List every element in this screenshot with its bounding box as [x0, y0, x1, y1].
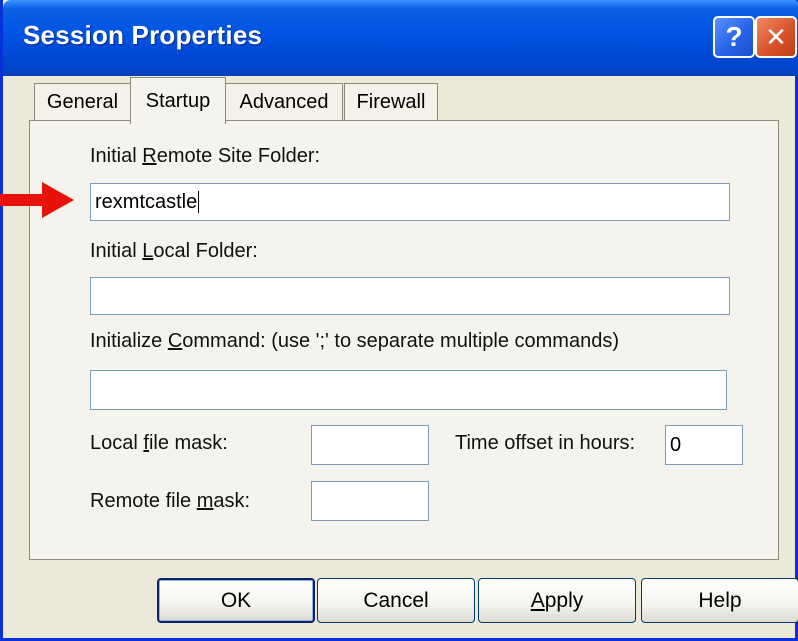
init-command-label: Initialize Command: (use ';' to separate…	[90, 330, 619, 353]
local-mask-label: Local file mask:	[90, 432, 228, 455]
help-glyph: ?	[725, 21, 743, 52]
local-folder-label-pre: Initial	[90, 240, 143, 262]
remote-mask-label-pre: Remote file	[90, 490, 197, 512]
tab-startup-label: Startup	[145, 89, 211, 112]
time-offset-value: 0	[670, 433, 682, 456]
init-command-input[interactable]	[90, 370, 727, 410]
apply-button[interactable]: Apply	[478, 578, 636, 623]
init-command-label-post: ommand: (use ';' to separate multiple co…	[182, 330, 619, 352]
init-command-label-pre: Initialize	[90, 330, 168, 352]
init-command-mnemonic: C	[167, 330, 183, 352]
remote-folder-value: rexmtcastle	[95, 190, 198, 213]
local-folder-mnemonic: L	[142, 240, 154, 262]
help-button-label: Help	[698, 588, 742, 612]
remote-folder-label: Initial Remote Site Folder:	[90, 145, 320, 168]
remote-mask-label: Remote file mask:	[90, 490, 250, 513]
apply-rest: pply	[544, 588, 584, 612]
tab-advanced[interactable]: Advanced	[225, 83, 343, 121]
window-title: Session Properties	[23, 20, 263, 50]
remote-folder-mnemonic: R	[142, 145, 157, 167]
help-button[interactable]: Help	[641, 578, 798, 623]
local-mask-input[interactable]	[311, 425, 429, 465]
ok-button-label: OK	[220, 588, 252, 612]
remote-mask-input[interactable]	[311, 481, 429, 521]
title-bar[interactable]: Session Properties ? ✕	[3, 0, 798, 76]
local-folder-label: Initial Local Folder:	[90, 240, 258, 263]
remote-mask-mnemonic: m	[196, 490, 214, 512]
ok-button[interactable]: OK	[157, 578, 315, 623]
local-mask-label-pre: Local	[90, 432, 144, 454]
close-glyph: ✕	[765, 21, 787, 52]
time-offset-label: Time offset in hours:	[455, 432, 636, 454]
remote-folder-input[interactable]: rexmtcastle	[90, 183, 730, 221]
help-icon[interactable]: ?	[713, 16, 755, 58]
apply-mnemonic: A	[530, 588, 545, 612]
tab-general[interactable]: General	[34, 83, 131, 121]
text-cursor	[198, 191, 200, 213]
time-offset-input[interactable]: 0	[665, 425, 743, 465]
tab-firewall[interactable]: Firewall	[344, 83, 438, 121]
apply-button-label: Apply	[531, 589, 584, 613]
close-icon[interactable]: ✕	[755, 16, 797, 58]
tab-general-label: General	[46, 91, 119, 113]
tab-advanced-label: Advanced	[239, 91, 329, 113]
local-mask-label-post: ile mask:	[148, 432, 228, 454]
remote-folder-label-pre: Initial	[90, 145, 143, 167]
cancel-button-label: Cancel	[363, 588, 429, 612]
tab-startup[interactable]: Startup	[130, 77, 226, 124]
cancel-button[interactable]: Cancel	[317, 578, 475, 623]
local-folder-label-post: ocal Folder:	[153, 240, 258, 262]
tab-firewall-label: Firewall	[356, 91, 426, 113]
remote-folder-label-post: emote Site Folder:	[156, 145, 321, 167]
remote-mask-label-post: ask:	[213, 490, 251, 512]
annotation-arrow-icon	[0, 182, 74, 218]
local-folder-input[interactable]	[90, 277, 730, 315]
session-properties-dialog: Session Properties ? ✕ General Startup A…	[0, 0, 798, 641]
